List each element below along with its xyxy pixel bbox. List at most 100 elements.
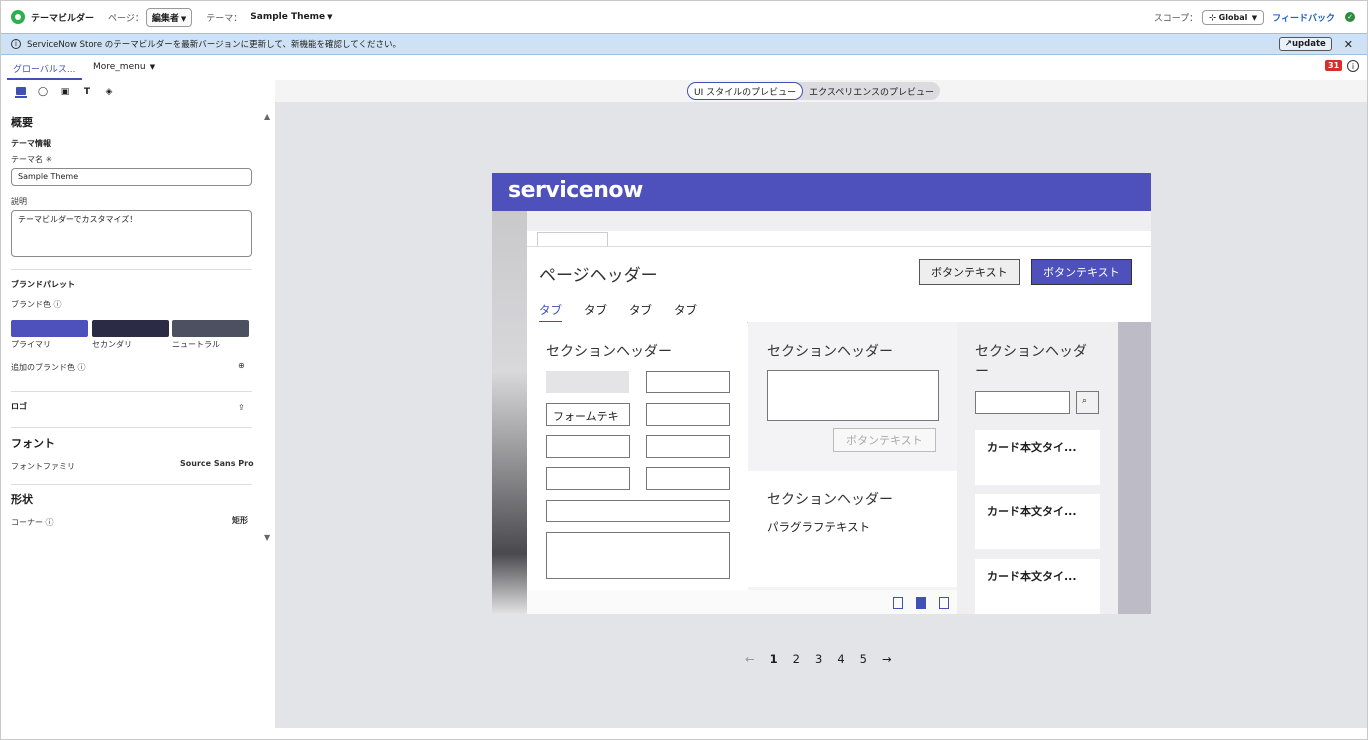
theme-select[interactable]: Sample Theme ▼ [250, 12, 332, 22]
section-header: セクションヘッダ ー [975, 344, 1087, 380]
preview-header: servicenow [492, 173, 1151, 211]
preview-page-header-row: ページヘッダー ボタンテキスト ボタンテキスト タブ タブ タブ タブ [527, 246, 1151, 323]
chevron-down-icon: ▼ [147, 63, 156, 71]
search-icon[interactable]: ⌕ [1076, 391, 1099, 414]
page-3[interactable]: 3 [815, 652, 822, 666]
form-input[interactable] [546, 467, 630, 490]
upload-icon[interactable]: ⇪ [238, 403, 245, 412]
update-banner: i ServiceNow Store のテーマビルダーを最新バージョンに更新して… [1, 33, 1367, 55]
page-5[interactable]: 5 [860, 652, 867, 666]
ui-style-preview-button[interactable]: UI スタイルのプレビュー [687, 82, 804, 100]
preview-tab[interactable]: タブ [539, 302, 562, 323]
secondary-label: セカンダリ [92, 340, 132, 349]
document-filled-icon[interactable] [916, 597, 926, 609]
chevron-down-icon: ▼ [1249, 13, 1258, 22]
close-icon[interactable]: ✕ [1344, 38, 1353, 51]
preview-tab-piece [537, 232, 608, 247]
info-icon: i [11, 39, 21, 49]
external-link-icon: ↗ [1284, 39, 1292, 49]
experience-preview-button[interactable]: エクスペリエンスのプレビュー [803, 82, 940, 100]
add-icon[interactable]: ⊕ [238, 361, 245, 370]
app-frame: テーマビルダー ページ： 編集者 ▼ テーマ： Sample Theme ▼ スコー… [0, 0, 1368, 740]
servicenow-logo: servicenow [508, 178, 643, 203]
form-input[interactable]: フォームテキ [546, 403, 630, 426]
divider [11, 269, 252, 270]
more-menu[interactable]: More_menu ▼ [93, 62, 155, 72]
disabled-input [546, 371, 629, 393]
document-icon[interactable] [939, 597, 949, 609]
form-input[interactable] [646, 371, 730, 393]
preview-tabs: タブ タブ タブ タブ [539, 302, 697, 323]
left-panel: ◯ ▣ T ◈ 概要 テーマ情報 テーマ名 ✳ Sample Theme 説明 … [1, 80, 275, 739]
info-icon: ⓘ [77, 363, 86, 372]
preview-primary-button[interactable]: ボタンテキスト [1031, 259, 1132, 285]
scroll-up-icon[interactable]: ▲ [264, 112, 270, 121]
page-label: ページ： [108, 13, 144, 24]
status-check-icon: ✓ [1345, 12, 1355, 22]
theme-info-heading: テーマ情報 [11, 139, 51, 148]
section-icon-tabs: ◯ ▣ T ◈ [1, 80, 275, 104]
page-select[interactable]: 編集者 ▼ [145, 7, 193, 27]
scope-select[interactable]: ⊹ Global ▼ [1202, 9, 1265, 25]
typography-tab-icon[interactable]: T [81, 86, 93, 98]
form-input[interactable] [646, 467, 730, 490]
update-button[interactable]: ↗update [1278, 37, 1332, 51]
neutral-label: ニュートラル [172, 340, 220, 349]
preview-left-rail [492, 211, 527, 614]
form-textarea[interactable] [546, 532, 730, 579]
theme-name-label: テーマ名 ✳ [11, 155, 53, 164]
logo-heading: ロゴ [11, 402, 27, 411]
preview-secondary-button[interactable]: ボタンテキスト [919, 259, 1020, 285]
card[interactable]: カード本文タイ... [975, 430, 1100, 485]
palette-tab-icon[interactable]: ◯ [37, 86, 49, 98]
font-family-value[interactable]: Source Sans Pro [180, 459, 254, 468]
form-input-wide[interactable] [546, 500, 730, 522]
settings-scroll-area[interactable]: 概要 テーマ情報 テーマ名 ✳ Sample Theme 説明 テーマビルダーで… [1, 104, 263, 554]
panel-tab-row: グローバルス... More_menu ▼ 31 i [1, 56, 1367, 80]
page-1[interactable]: 1 [770, 652, 778, 666]
form-input[interactable] [546, 435, 630, 458]
font-heading: フォント [11, 437, 55, 450]
search-input[interactable] [975, 391, 1070, 414]
additional-brand-color-label: 追加のブランド色 ⓘ [11, 363, 86, 372]
preview-tab-strip [527, 211, 1151, 231]
neutral-swatch[interactable] [172, 320, 249, 337]
info-icon: ⓘ [45, 518, 54, 527]
preview-tab[interactable]: タブ [674, 302, 697, 323]
card[interactable]: カード本文タイ... [975, 494, 1100, 549]
prev-page-arrow-icon[interactable]: ← [745, 652, 755, 666]
brand-palette-heading: ブランドパレット [11, 280, 75, 289]
tab-global-styles[interactable]: グローバルス... [7, 62, 82, 80]
description-textarea[interactable]: テーマビルダーでカスタマイズ！ [11, 210, 252, 257]
preview-page-header: ページヘッダー [539, 266, 658, 286]
preview-tab[interactable]: タブ [584, 302, 607, 323]
theme-name-input[interactable]: Sample Theme [11, 168, 252, 186]
corner-label: コーナー ⓘ [11, 518, 54, 527]
shapes-tab-icon[interactable]: ◈ [103, 86, 115, 98]
chevron-down-icon: ▼ [327, 13, 333, 21]
accessibility-icon[interactable]: i [1347, 60, 1359, 72]
app-title: テーマビルダー [31, 13, 95, 24]
secondary-swatch[interactable] [92, 320, 169, 337]
page-4[interactable]: 4 [837, 652, 844, 666]
preview-textarea[interactable] [767, 370, 939, 421]
scroll-down-icon[interactable]: ▼ [264, 533, 270, 542]
preview-bottom-bar [527, 590, 957, 614]
next-page-arrow-icon[interactable]: → [882, 652, 892, 666]
layout-tab-icon[interactable] [15, 86, 27, 98]
image-tab-icon[interactable]: ▣ [59, 86, 71, 98]
pagination: ← 1 2 3 4 5 → [745, 652, 892, 666]
corner-value[interactable]: 矩形 [232, 515, 248, 526]
disabled-button: ボタンテキスト [833, 428, 936, 452]
card[interactable]: カード本文タイ... [975, 559, 1100, 614]
theme-preview: servicenow ページヘッダー ボタンテキスト ボタンテキスト タブ タブ… [492, 173, 1151, 614]
feedback-link[interactable]: フィードバック [1272, 11, 1335, 24]
form-input[interactable] [646, 403, 730, 426]
notification-badge[interactable]: 31 [1325, 60, 1343, 71]
preview-tab[interactable]: タブ [629, 302, 652, 323]
primary-swatch[interactable] [11, 320, 88, 337]
brand-color-label: ブランド色 ⓘ [11, 300, 62, 309]
document-icon[interactable] [893, 597, 903, 609]
page-2[interactable]: 2 [793, 652, 800, 666]
form-input[interactable] [646, 435, 730, 458]
